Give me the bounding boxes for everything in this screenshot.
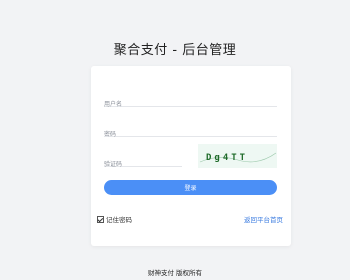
password-field [104,121,277,142]
footer-copyright: 财神支付 版权所有 [147,269,203,277]
back-to-platform-link[interactable]: 返回平台首页 [244,214,283,224]
captcha-field [104,151,182,172]
username-input[interactable] [104,97,277,112]
captcha-input[interactable] [104,157,182,172]
login-card: Dg4TT 登录 记住密码 返回平台首页 [91,66,291,246]
username-field [104,91,277,112]
login-button[interactable]: 登录 [104,180,277,195]
remember-password-checkbox[interactable]: 记住密码 [97,214,132,224]
captcha-image[interactable]: Dg4TT [198,144,277,168]
captcha-text: Dg4TT [206,153,248,163]
password-input[interactable] [104,127,277,142]
remember-password-label: 记住密码 [106,216,132,224]
checkbox-icon[interactable] [97,215,104,223]
page-title: 聚合支付 - 后台管理 [113,43,237,58]
